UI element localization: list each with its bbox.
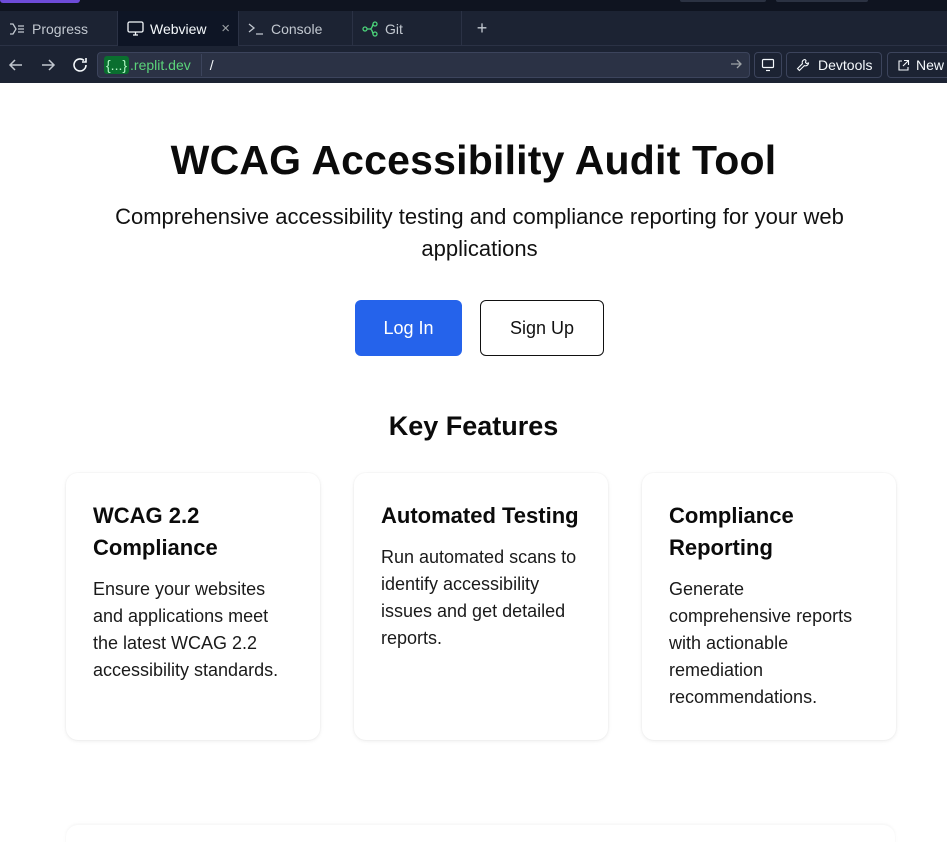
arrow-right-icon — [42, 58, 56, 71]
domain-badge: {...} — [104, 56, 130, 74]
devtools-button[interactable]: Devtools — [786, 52, 882, 78]
feature-description: Generate comprehensive reports with acti… — [669, 579, 853, 707]
feature-card-testing: Automated Testing Run automated scans to… — [354, 473, 608, 740]
progress-icon — [8, 20, 26, 38]
arrow-left-icon — [8, 58, 22, 71]
monitor-icon — [126, 20, 144, 38]
monitor-icon — [761, 58, 775, 72]
tab-progress[interactable]: Progress — [0, 11, 118, 46]
new-tab-label: New t — [916, 57, 947, 73]
workspace-accent-bar — [0, 0, 80, 3]
feature-description: Run automated scans to identify accessib… — [381, 547, 577, 648]
device-toggle-button[interactable] — [754, 52, 782, 78]
tab-console[interactable]: Console — [239, 11, 353, 46]
git-branch-icon — [361, 20, 379, 38]
features-heading: Key Features — [388, 411, 559, 441]
feature-card-reporting: Compliance Reporting Generate comprehens… — [642, 473, 896, 740]
reload-button[interactable] — [64, 46, 96, 83]
go-arrow-icon[interactable] — [729, 57, 743, 76]
tab-label: Webview — [150, 20, 207, 37]
top-button-edge — [776, 0, 868, 2]
webview-url-bar: {...} .replit.dev / Devtools New t — [0, 46, 947, 83]
url-field[interactable]: {...} .replit.dev / — [97, 52, 750, 78]
add-tab-button[interactable]: + — [462, 11, 502, 46]
tab-label: Console — [271, 20, 323, 37]
feature-title: Automated Testing — [381, 503, 579, 528]
webview-page: WCAG Accessibility Audit Tool Comprehens… — [0, 83, 947, 842]
new-tab-button[interactable]: New t — [887, 52, 947, 78]
page-subtitle: Comprehensive accessibility testing and … — [115, 204, 844, 261]
next-section-edge — [66, 825, 895, 842]
reload-icon — [73, 57, 87, 72]
top-button-edge — [680, 0, 766, 2]
ide-tab-bar: Progress Webview × Console Git + — [0, 11, 947, 46]
external-link-icon — [897, 59, 910, 72]
tab-label: Git — [385, 20, 403, 37]
signup-button[interactable]: Sign Up — [480, 300, 604, 356]
feature-title: Compliance Reporting — [669, 503, 794, 560]
tab-git[interactable]: Git — [353, 11, 462, 46]
url-path[interactable]: / — [210, 57, 214, 73]
terminal-icon — [247, 20, 265, 38]
close-icon[interactable]: × — [221, 20, 230, 37]
feature-card-compliance: WCAG 2.2 Compliance Ensure your websites… — [66, 473, 320, 740]
login-button[interactable]: Log In — [355, 300, 462, 356]
forward-button[interactable] — [32, 46, 64, 83]
devtools-label: Devtools — [818, 57, 873, 73]
tab-webview[interactable]: Webview × — [118, 11, 239, 46]
tab-label: Progress — [32, 20, 89, 37]
url-divider — [200, 54, 202, 76]
back-button[interactable] — [0, 46, 32, 83]
page-title: WCAG Accessibility Audit Tool — [170, 137, 777, 183]
feature-title: WCAG 2.2 Compliance — [93, 503, 218, 560]
domain-text: .replit.dev — [130, 57, 191, 73]
dev-domain: {...} .replit.dev — [100, 54, 195, 76]
feature-description: Ensure your websites and applications me… — [93, 579, 279, 680]
wrench-icon — [796, 58, 810, 72]
window-top-strip — [0, 0, 947, 11]
